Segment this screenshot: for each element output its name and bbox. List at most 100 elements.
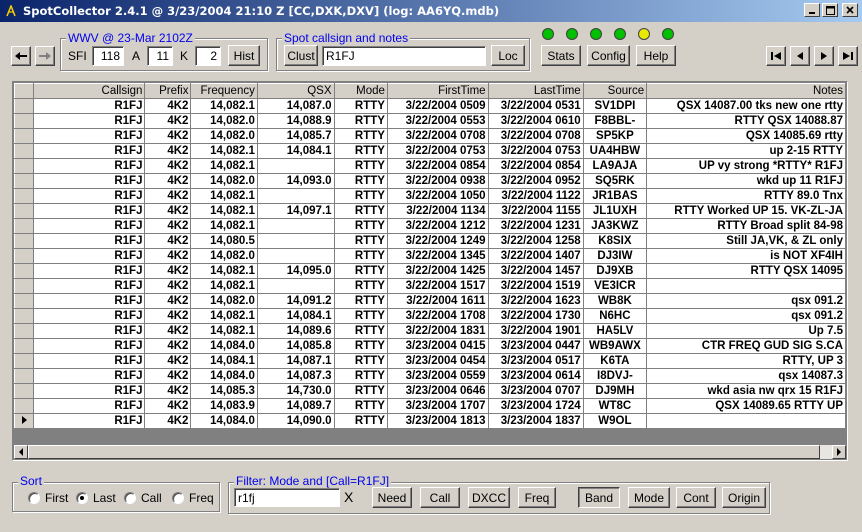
row-selector[interactable] (14, 248, 35, 264)
last-record-button[interactable] (838, 46, 858, 66)
column-header-firsttime[interactable]: FirstTime (386, 83, 489, 99)
filter-origin-button[interactable]: Origin (722, 487, 766, 508)
spot-callsign-input[interactable]: R1FJ (322, 46, 486, 66)
table-row[interactable]: R1FJ 4K2 14,084.0 14,090.0 RTTY 3/23/2004 181… (14, 413, 846, 429)
table-row[interactable]: R1FJ 4K2 14,084.0 14,087.3 RTTY 3/23/2004 055… (14, 368, 846, 384)
table-row[interactable]: R1FJ 4K2 14,082.1 14,084.1 RTTY 3/22/2004 075… (14, 143, 846, 159)
table-row[interactable]: R1FJ 4K2 14,082.0 14,085.7 RTTY 3/22/2004 070… (14, 128, 846, 144)
config-button[interactable]: Config (587, 45, 630, 66)
table-row[interactable]: R1FJ 4K2 14,082.0 14,093.0 RTTY 3/22/2004 093… (14, 173, 846, 189)
row-selector[interactable] (14, 398, 35, 414)
row-selector[interactable] (14, 173, 35, 189)
clear-filter-button[interactable]: X (344, 489, 353, 505)
scroll-thumb[interactable] (28, 445, 820, 459)
cell-frequency: 14,083.9 (190, 398, 258, 414)
column-header-qsx[interactable]: QSX (256, 83, 335, 99)
cell-mode: RTTY (333, 383, 388, 399)
hist-button[interactable]: Hist (228, 45, 260, 66)
row-selector[interactable] (14, 233, 35, 249)
arrow-left-icon (15, 52, 27, 60)
scroll-left-button[interactable] (14, 445, 28, 459)
table-row[interactable]: R1FJ 4K2 14,085.3 14,730.0 RTTY 3/23/2004 064… (14, 383, 846, 399)
table-row[interactable]: R1FJ 4K2 14,082.1 14,095.0 RTTY 3/22/2004 142… (14, 263, 846, 279)
column-header-notes[interactable]: Notes (646, 83, 846, 99)
filter-mode-button[interactable]: Mode (628, 487, 670, 508)
table-row[interactable]: R1FJ 4K2 14,082.1 14,084.1 RTTY 3/22/2004 170… (14, 308, 846, 324)
next-record-button[interactable] (814, 46, 834, 66)
cell-firsttime: 3/23/2004 1813 (386, 413, 489, 429)
cell-notes: Up 7.5 (646, 323, 846, 339)
sort-freq-radio[interactable]: Freq (172, 491, 214, 505)
column-header-frequency[interactable]: Frequency (190, 83, 258, 99)
filter-dxcc-button[interactable]: DXCC (468, 487, 510, 508)
table-row[interactable]: R1FJ 4K2 14,083.9 14,089.7 RTTY 3/23/2004 170… (14, 398, 846, 414)
column-header-lasttime[interactable]: LastTime (487, 83, 584, 99)
table-row[interactable]: R1FJ 4K2 14,084.0 14,085.8 RTTY 3/23/2004 041… (14, 338, 846, 354)
row-selector[interactable] (14, 263, 35, 279)
table-row[interactable]: R1FJ 4K2 14,082.0 RTTY 3/22/2004 1345 3/22/20… (14, 248, 846, 264)
filter-cont-button[interactable]: Cont (676, 487, 716, 508)
sort-last-radio[interactable]: Last (76, 491, 116, 505)
column-header-callsign[interactable]: Callsign (33, 83, 146, 99)
table-row[interactable]: R1FJ 4K2 14,082.1 14,087.0 RTTY 3/22/2004 050… (14, 98, 846, 114)
table-row[interactable]: R1FJ 4K2 14,082.0 14,091.2 RTTY 3/22/2004 161… (14, 293, 846, 309)
cell-callsign: R1FJ (33, 173, 146, 189)
table-row[interactable]: R1FJ 4K2 14,082.1 RTTY 3/22/2004 1050 3/22/20… (14, 188, 846, 204)
filter-call-button[interactable]: Call (420, 487, 460, 508)
row-selector[interactable] (14, 353, 35, 369)
table-row[interactable]: R1FJ 4K2 14,082.1 RTTY 3/22/2004 0854 3/22/20… (14, 158, 846, 174)
filter-freq-button[interactable]: Freq (518, 487, 556, 508)
row-selector[interactable] (14, 98, 35, 114)
row-selector[interactable] (14, 218, 35, 234)
sort-first-radio[interactable]: First (28, 491, 68, 505)
back-button[interactable] (11, 46, 31, 66)
table-row[interactable]: R1FJ 4K2 14,082.1 14,089.6 RTTY 3/22/2004 183… (14, 323, 846, 339)
help-button[interactable]: Help (636, 45, 676, 66)
row-selector[interactable] (14, 113, 35, 129)
sort-call-radio[interactable]: Call (124, 491, 162, 505)
row-selector[interactable] (14, 308, 35, 324)
first-record-button[interactable] (766, 46, 786, 66)
column-header-mode[interactable]: Mode (333, 83, 388, 99)
filter-need-button[interactable]: Need (372, 487, 412, 508)
minimize-button[interactable] (804, 3, 820, 17)
cell-callsign: R1FJ (33, 188, 146, 204)
row-selector[interactable] (14, 368, 35, 384)
scroll-right-button[interactable] (832, 445, 846, 459)
table-row[interactable]: R1FJ 4K2 14,082.1 RTTY 3/22/2004 1212 3/22/20… (14, 218, 846, 234)
cell-notes: RTTY Worked UP 15. VK-ZL-JA (646, 203, 846, 219)
row-selector[interactable] (14, 188, 35, 204)
cell-source: K8SIX (582, 233, 648, 249)
sfi-field[interactable]: 118 (92, 46, 124, 66)
close-button[interactable] (842, 3, 858, 17)
row-selector[interactable] (14, 293, 35, 309)
k-index-field[interactable]: 2 (195, 46, 221, 66)
maximize-button[interactable] (822, 3, 838, 17)
row-selector[interactable] (14, 278, 35, 294)
clust-button[interactable]: Clust (284, 45, 318, 66)
a-index-field[interactable]: 11 (147, 46, 173, 66)
table-row[interactable]: R1FJ 4K2 14,082.1 RTTY 3/22/2004 1517 3/22/20… (14, 278, 846, 294)
forward-button[interactable] (35, 46, 55, 66)
row-selector[interactable] (14, 203, 35, 219)
prev-record-button[interactable] (790, 46, 810, 66)
column-header-prefix[interactable]: Prefix (144, 83, 192, 99)
stats-button[interactable]: Stats (541, 45, 581, 66)
row-selector[interactable] (14, 338, 35, 354)
filter-band-button[interactable]: Band (578, 487, 620, 508)
cell-notes: wkd up 11 R1FJ (646, 173, 846, 189)
horizontal-scrollbar[interactable] (14, 445, 846, 459)
row-selector[interactable] (14, 128, 35, 144)
loc-button[interactable]: Loc (491, 45, 525, 66)
row-selector[interactable] (14, 413, 35, 429)
table-row[interactable]: R1FJ 4K2 14,080.5 RTTY 3/22/2004 1249 3/22/20… (14, 233, 846, 249)
filter-input[interactable]: r1fj (234, 488, 340, 507)
table-row[interactable]: R1FJ 4K2 14,082.0 14,088.9 RTTY 3/22/2004 055… (14, 113, 846, 129)
table-row[interactable]: R1FJ 4K2 14,084.1 14,087.1 RTTY 3/23/2004 045… (14, 353, 846, 369)
row-selector[interactable] (14, 143, 35, 159)
table-row[interactable]: R1FJ 4K2 14,082.1 14,097.1 RTTY 3/22/2004 113… (14, 203, 846, 219)
column-header-source[interactable]: Source (582, 83, 648, 99)
row-selector[interactable] (14, 158, 35, 174)
row-selector[interactable] (14, 323, 35, 339)
row-selector[interactable] (14, 383, 35, 399)
